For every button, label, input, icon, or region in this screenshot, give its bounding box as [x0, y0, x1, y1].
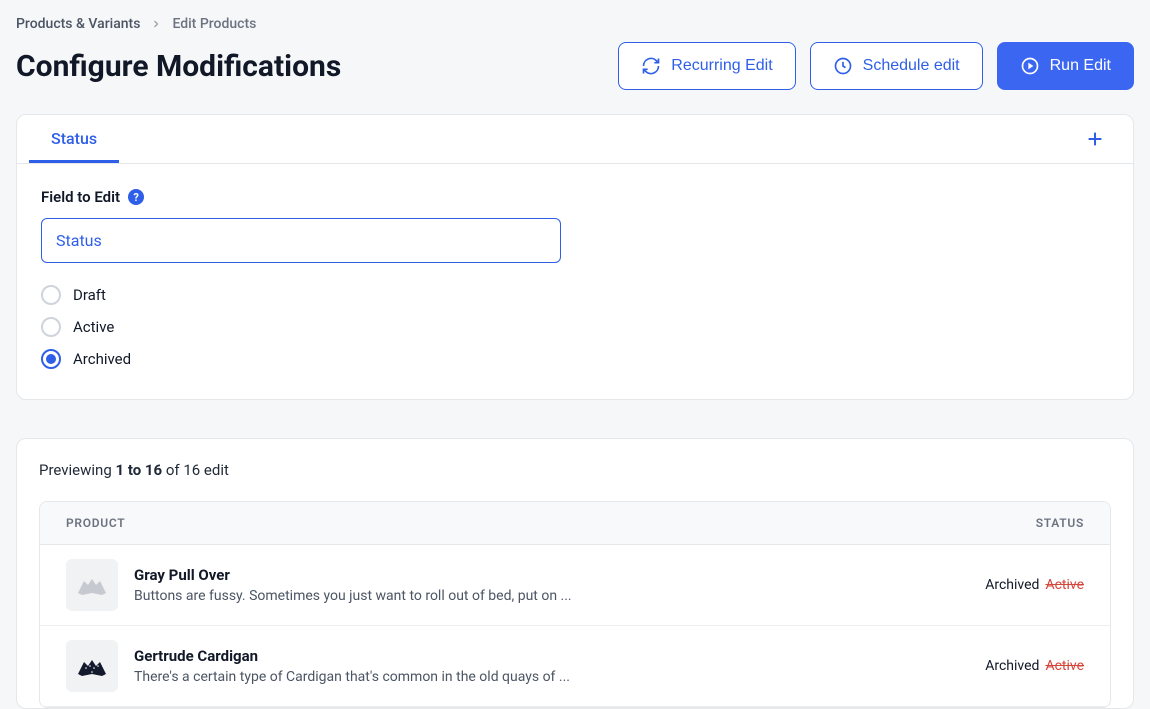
status-cell: Archived Active [985, 658, 1084, 674]
radio-archived[interactable]: Archived [41, 349, 1109, 369]
breadcrumb: Products & Variants Edit Products [16, 16, 1134, 32]
radio-label: Archived [73, 350, 131, 368]
status-new: Archived [985, 577, 1039, 593]
run-edit-button[interactable]: Run Edit [997, 42, 1134, 90]
chevron-right-icon [150, 18, 162, 30]
help-icon[interactable]: ? [128, 189, 144, 205]
field-to-edit-value: Status [56, 231, 102, 250]
col-product: PRODUCT [66, 516, 125, 530]
preview-card: Previewing 1 to 16 of 16 edit PRODUCT ST… [16, 438, 1134, 709]
radio-icon [41, 285, 61, 305]
header-actions: Recurring Edit Schedule edit Run Edit [618, 42, 1134, 90]
radio-label: Active [73, 318, 114, 336]
radio-icon [41, 349, 61, 369]
radio-active[interactable]: Active [41, 317, 1109, 337]
product-desc: Buttons are fussy. Sometimes you just wa… [134, 588, 572, 604]
table-row[interactable]: Gertrude Cardigan There's a certain type … [40, 626, 1110, 707]
clock-icon [833, 56, 853, 76]
status-old: Active [1045, 658, 1084, 674]
refresh-icon [641, 56, 661, 76]
schedule-edit-button[interactable]: Schedule edit [810, 42, 983, 90]
schedule-edit-label: Schedule edit [863, 57, 960, 75]
recurring-edit-button[interactable]: Recurring Edit [618, 42, 795, 90]
field-to-edit-label: Field to Edit [41, 188, 120, 206]
add-tab-button[interactable] [1075, 119, 1115, 159]
table-row[interactable]: Gray Pull Over Buttons are fussy. Sometim… [40, 545, 1110, 626]
product-thumb [66, 640, 118, 692]
product-name: Gertrude Cardigan [134, 647, 570, 665]
product-thumb [66, 559, 118, 611]
page-title: Configure Modifications [16, 49, 341, 84]
status-new: Archived [985, 658, 1039, 674]
radio-icon [41, 317, 61, 337]
product-desc: There's a certain type of Cardigan that'… [134, 669, 570, 685]
plus-icon [1084, 128, 1106, 150]
field-to-edit-select[interactable]: Status [41, 218, 561, 263]
tab-status[interactable]: Status [29, 115, 119, 163]
run-edit-label: Run Edit [1050, 57, 1111, 75]
status-old: Active [1045, 577, 1084, 593]
preview-heading: Previewing 1 to 16 of 16 edit [39, 461, 1111, 479]
modification-card: Status Field to Edit ? Status Draft Activ… [16, 114, 1134, 400]
play-circle-icon [1020, 56, 1040, 76]
breadcrumb-root[interactable]: Products & Variants [16, 16, 140, 32]
breadcrumb-current: Edit Products [172, 16, 256, 32]
radio-label: Draft [73, 286, 106, 304]
preview-table: PRODUCT STATUS Gray Pull Over Buttons are… [39, 501, 1111, 708]
status-radio-group: Draft Active Archived [41, 285, 1109, 369]
recurring-edit-label: Recurring Edit [671, 57, 772, 75]
col-status: STATUS [1036, 516, 1084, 530]
status-cell: Archived Active [985, 577, 1084, 593]
product-name: Gray Pull Over [134, 566, 572, 584]
radio-draft[interactable]: Draft [41, 285, 1109, 305]
